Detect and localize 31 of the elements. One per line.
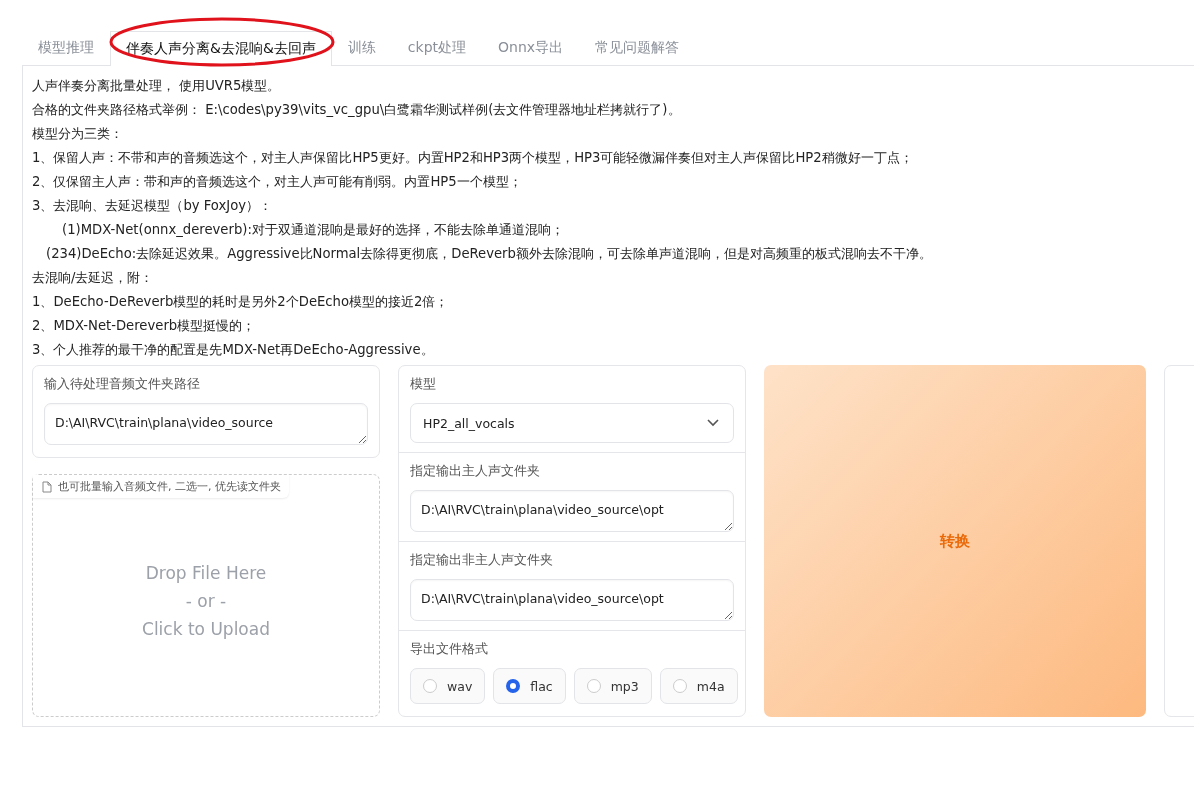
- drop-text: Click to Upload: [142, 617, 270, 641]
- field-label: 模型: [410, 376, 437, 393]
- description-line: 3、个人推荐的最干净的配置是先MDX-Net再DeEcho-Aggressive。: [32, 341, 435, 359]
- input-field[interactable]: D:\AI\RVC\train\plana\video_source: [44, 403, 368, 445]
- description-line: 2、MDX-Net-Dereverb模型挺慢的；: [32, 317, 257, 335]
- format-radio-option[interactable]: wav: [410, 668, 486, 704]
- description-line: 1、DeEcho-DeReverb模型的耗时是另外2个DeEcho模型的接近2倍；: [32, 293, 450, 311]
- description-line: 人声伴奏分离批量处理， 使用UVR5模型。: [32, 77, 282, 95]
- file-upload-area[interactable]: 也可批量输入音频文件, 二选一, 优先读文件夹 Drop File Here - or - Click to Upload: [32, 474, 380, 717]
- description-line: 1、保留人声：不带和声的音频选这个，对主人声保留比HP5更好。内置HP2和HP3两个模型，HP3可能轻微漏伴奏但对主人声保留比HP2稍微好一丁点；: [32, 149, 914, 167]
- description-line: (234)DeEcho:去除延迟效果。Aggressive比Normal去除得更彻底，DeReverb额外去除混响，可去除单声道混响，但是对高频重的板式混响去不干净。: [45, 245, 933, 263]
- model-dropdown[interactable]: HP2_all_vocals: [410, 403, 734, 443]
- drop-text: - or -: [185, 589, 227, 613]
- field-label: 指定输出非主人声文件夹: [410, 552, 554, 569]
- description-line: 去混响/去延迟，附：: [32, 269, 155, 287]
- input-field[interactable]: D:\AI\RVC\train\plana\video_source\opt: [410, 579, 734, 621]
- description-line: 2、仅保留主人声：带和声的音频选这个，对主人声可能有削弱。内置HP5一个模型；: [32, 173, 523, 191]
- tab[interactable]: Onnx导出: [482, 30, 580, 65]
- description-line: 3、去混响、去延迟模型（by FoxJoy）：: [32, 197, 274, 215]
- drop-text: Drop File Here: [145, 561, 267, 585]
- format-radio-option[interactable]: m4a: [659, 668, 738, 704]
- format-radio-option[interactable]: mp3: [573, 668, 652, 704]
- upload-label-text: 也可批量输入音频文件, 二选一, 优先读文件夹: [58, 479, 281, 494]
- description-line: (1)MDX-Net(onnx_dereverb):对于双通道混响是最好的选择，不能去除单通道混响；: [61, 221, 565, 239]
- input-field[interactable]: D:\AI\RVC\train\plana\video_source\opt: [410, 490, 734, 532]
- description-line: 合格的文件夹路径格式举例： E:\codes\py39\vits_vc_gpu\白鹭霜华测试样例(去文件管理器地址栏拷就行了)。: [32, 101, 682, 119]
- format-radio-option[interactable]: flac: [493, 668, 566, 704]
- field-label: 指定输出主人声文件夹: [410, 463, 541, 480]
- field-label: 导出文件格式: [410, 641, 489, 658]
- description-line: 模型分为三类：: [32, 125, 124, 143]
- field-label: 输入待处理音频文件夹路径: [44, 376, 201, 393]
